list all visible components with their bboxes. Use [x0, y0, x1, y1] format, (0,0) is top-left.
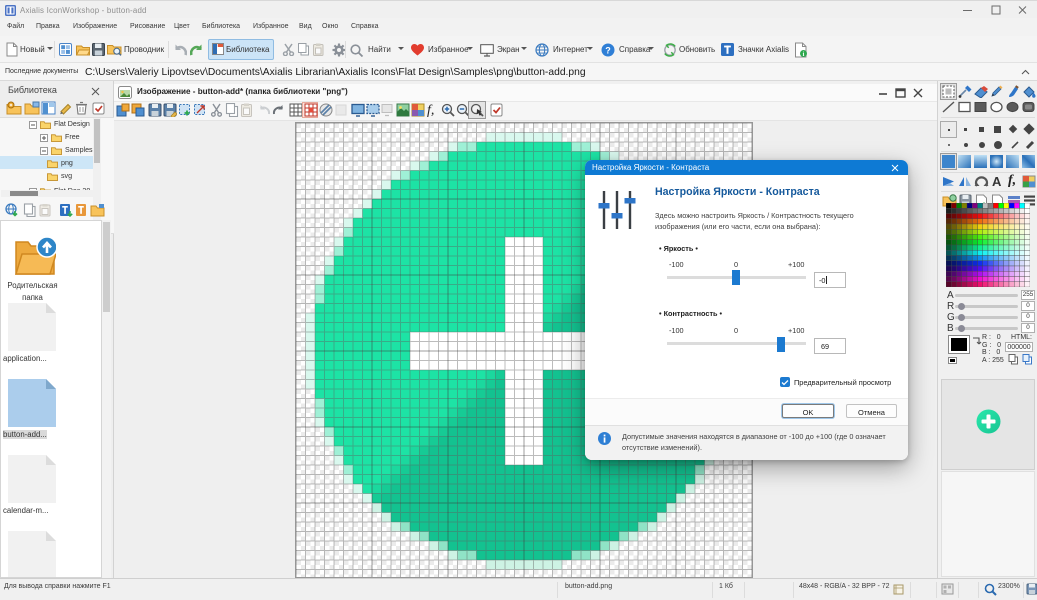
svg-text:i: i — [803, 51, 805, 58]
svg-text:?: ? — [605, 45, 611, 55]
